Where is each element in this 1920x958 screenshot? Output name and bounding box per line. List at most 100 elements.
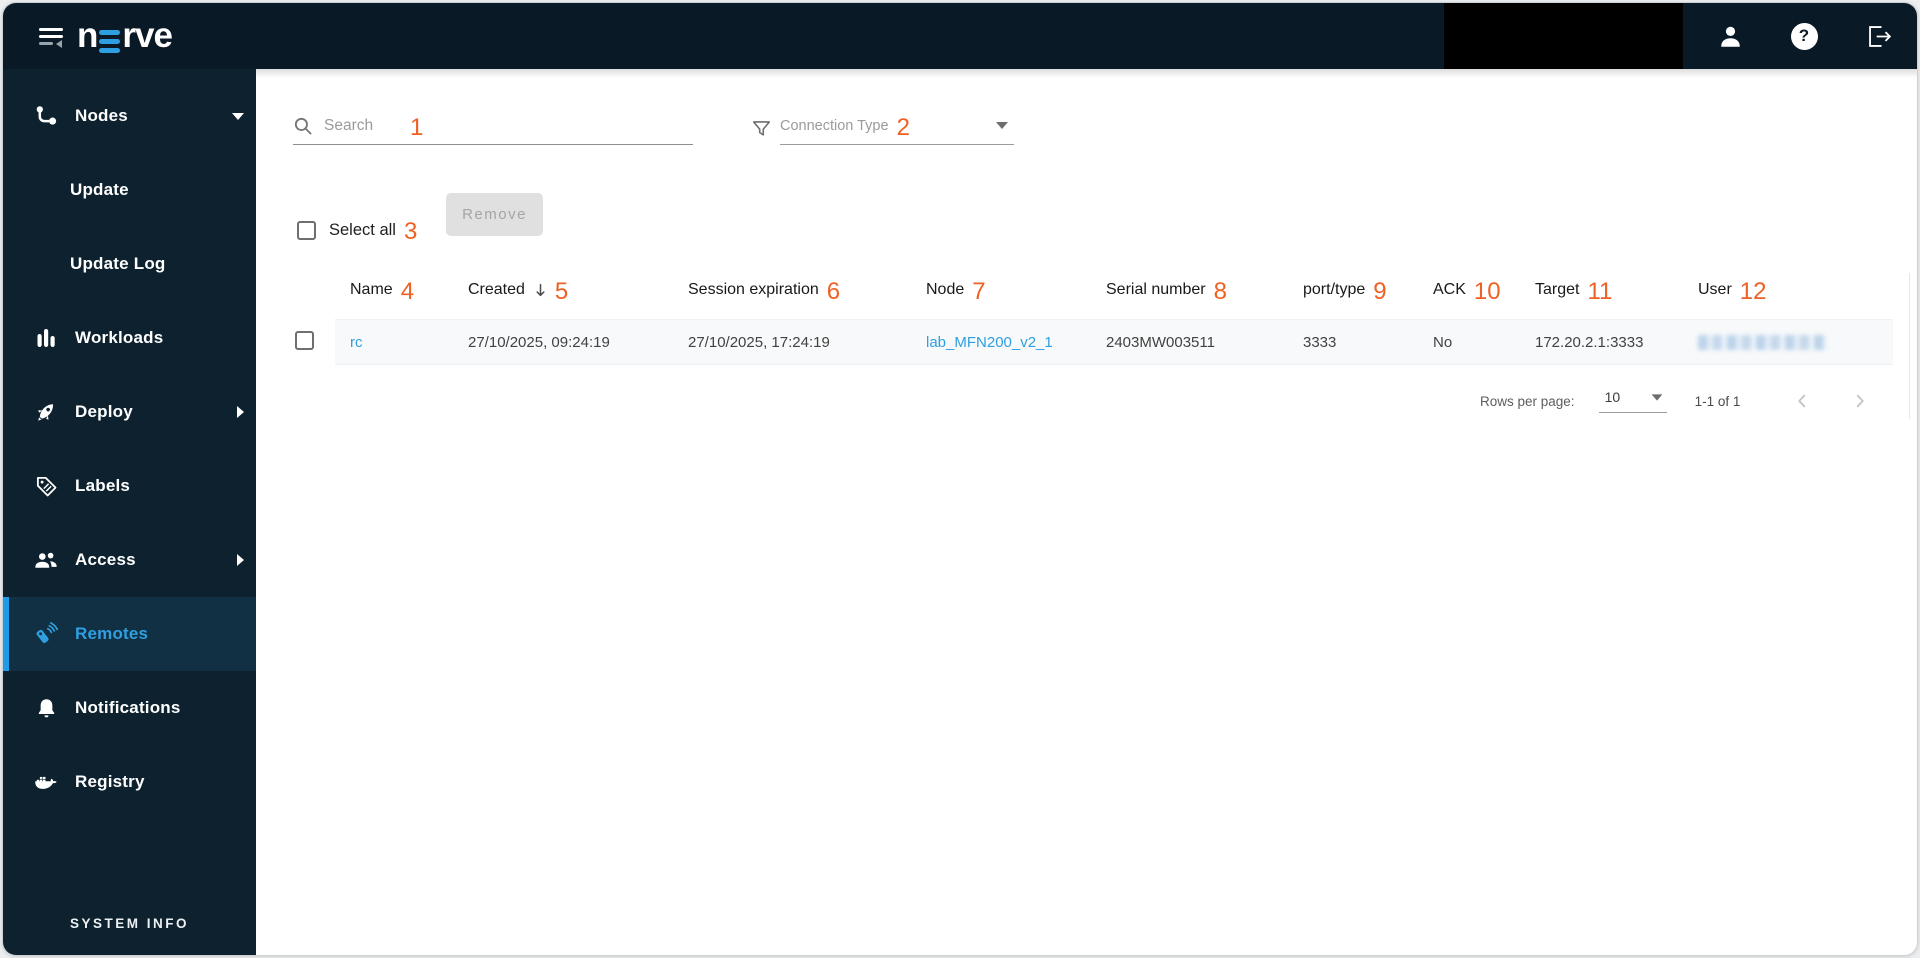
sidebar-item-label: Deploy <box>75 402 133 421</box>
annotation-8: 8 <box>1213 278 1227 305</box>
annotation-5: 5 <box>554 278 569 305</box>
annotation-12: 12 <box>1739 278 1767 305</box>
col-header-session-expiration[interactable]: Session expiration 6 <box>673 278 911 305</box>
dropdown-caret-icon <box>1651 393 1662 401</box>
connection-type-label: Connection Type <box>780 117 889 134</box>
sidebar-item-labels[interactable]: Labels <box>3 449 256 523</box>
sidebar: Nodes Update Update Log Workloads Deploy <box>3 69 256 955</box>
user-profile-icon[interactable] <box>1715 21 1745 51</box>
connection-type-select[interactable]: Connection Type 2 <box>780 107 1014 145</box>
logo-text-left: n <box>77 16 98 55</box>
annotation-6: 6 <box>826 278 841 305</box>
col-header-node[interactable]: Node 7 <box>911 278 1091 305</box>
sidebar-item-deploy[interactable]: Deploy <box>3 375 256 449</box>
col-header-name[interactable]: Name 4 <box>335 278 453 305</box>
sidebar-item-notifications[interactable]: Notifications <box>3 671 256 745</box>
remote-name-link[interactable]: rc <box>350 334 363 351</box>
col-header-target[interactable]: Target 11 <box>1520 278 1683 305</box>
rows-per-page-value: 10 <box>1604 389 1621 405</box>
annotation-10: 10 <box>1473 278 1501 305</box>
sidebar-item-access[interactable]: Access <box>3 523 256 597</box>
sidebar-item-update-log[interactable]: Update Log <box>3 227 256 301</box>
user-cell <box>1683 334 1893 350</box>
dropdown-caret-icon <box>996 122 1008 129</box>
sidebar-item-registry[interactable]: Registry <box>3 745 256 819</box>
row-checkbox-cell <box>293 330 335 354</box>
pagination-bar: Rows per page: 10 1-1 of 1 <box>1480 381 1873 421</box>
tag-icon <box>34 474 58 498</box>
search-input[interactable] <box>324 116 402 135</box>
col-header-user[interactable]: User 12 <box>1683 278 1893 305</box>
chevron-down-icon <box>232 112 244 120</box>
logo-text-right: rve <box>122 16 173 55</box>
logout-icon[interactable] <box>1863 21 1893 51</box>
system-info-button[interactable]: SYSTEM INFO <box>3 916 256 931</box>
created-cell: 27/10/2025, 09:24:19 <box>468 333 610 351</box>
sidebar-item-label: Nodes <box>75 106 128 125</box>
sidebar-item-label: Labels <box>75 476 131 495</box>
sidebar-item-workloads[interactable]: Workloads <box>3 301 256 375</box>
table-header-row: Name 4 Created 5 Session expiration 6 No… <box>293 271 1893 309</box>
sidebar-item-label: Workloads <box>75 328 164 347</box>
sidebar-item-remotes[interactable]: Remotes <box>3 597 256 671</box>
annotation-4: 4 <box>400 278 415 305</box>
remotes-table: Name 4 Created 5 Session expiration 6 No… <box>293 271 1893 365</box>
annotation-11: 11 <box>1587 278 1613 305</box>
filter-funnel-icon <box>752 121 771 136</box>
bell-icon <box>34 696 58 720</box>
sidebar-item-label: Update Log <box>70 254 166 273</box>
row-checkbox[interactable] <box>295 330 314 350</box>
nerve-logo: n rve <box>77 16 173 55</box>
annotation-9: 9 <box>1373 278 1387 305</box>
sidebar-item-label: Update <box>70 180 129 199</box>
select-all-checkbox[interactable] <box>297 220 316 240</box>
nodes-icon <box>34 104 58 128</box>
user-cell-redacted <box>1698 334 1826 350</box>
sidebar-nav: Nodes Update Update Log Workloads Deploy <box>3 79 256 819</box>
topbar: n rve ? <box>3 3 1917 69</box>
search-field[interactable]: 1 <box>293 107 693 145</box>
sidebar-item-label: Remotes <box>75 624 149 643</box>
main-content: 1 Connection Type 2 Select all 3 Remove … <box>256 69 1917 955</box>
app-window: n rve ? Nodes Update Update Log Workload… <box>2 2 1918 956</box>
remote-control-icon <box>34 622 58 646</box>
chevron-right-icon <box>237 406 244 418</box>
remove-button[interactable]: Remove <box>446 193 543 236</box>
rocket-icon <box>34 400 58 424</box>
pagination-range: 1-1 of 1 <box>1694 393 1741 409</box>
select-all-control: Select all 3 <box>297 218 418 245</box>
menu-collapse-icon[interactable] <box>39 28 63 48</box>
sidebar-item-label: Notifications <box>75 698 181 717</box>
ack-cell: No <box>1433 333 1453 351</box>
topbar-actions: ? <box>1715 3 1893 69</box>
target-cell: 172.20.2.1:3333 <box>1535 333 1644 351</box>
help-icon[interactable]: ? <box>1789 21 1819 51</box>
col-header-port-type[interactable]: port/type 9 <box>1288 278 1418 305</box>
select-all-label: Select all <box>329 220 396 239</box>
annotation-3: 3 <box>403 218 418 245</box>
rows-per-page-label: Rows per page: <box>1480 393 1575 409</box>
sidebar-item-update[interactable]: Update <box>3 153 256 227</box>
sidebar-item-label: Access <box>75 550 136 569</box>
node-link[interactable]: lab_MFN200_v2_1 <box>926 334 1053 351</box>
sidebar-item-nodes[interactable]: Nodes <box>3 79 256 153</box>
col-header-ack[interactable]: ACK 10 <box>1418 278 1520 305</box>
docker-whale-icon <box>34 770 58 794</box>
logo-bars-icon <box>99 19 121 54</box>
annotation-7: 7 <box>972 278 986 305</box>
annotation-2: 2 <box>896 113 910 141</box>
chevron-right-icon <box>237 554 244 566</box>
search-icon <box>294 117 312 135</box>
previous-page-button[interactable] <box>1789 388 1815 414</box>
col-header-serial-number[interactable]: Serial number 8 <box>1091 278 1288 305</box>
next-page-button[interactable] <box>1847 388 1873 414</box>
rows-per-page-select[interactable]: 10 <box>1598 389 1667 413</box>
table-row: rc 27/10/2025, 09:24:19 27/10/2025, 17:2… <box>293 319 1893 365</box>
col-header-created[interactable]: Created 5 <box>453 278 673 305</box>
help-glyph: ? <box>1790 22 1818 50</box>
session-expiration-cell: 27/10/2025, 17:24:19 <box>688 333 830 351</box>
sort-desc-icon <box>536 283 545 296</box>
people-icon <box>34 548 58 572</box>
sidebar-item-label: Registry <box>75 772 145 791</box>
port-type-cell: 3333 <box>1303 333 1337 351</box>
